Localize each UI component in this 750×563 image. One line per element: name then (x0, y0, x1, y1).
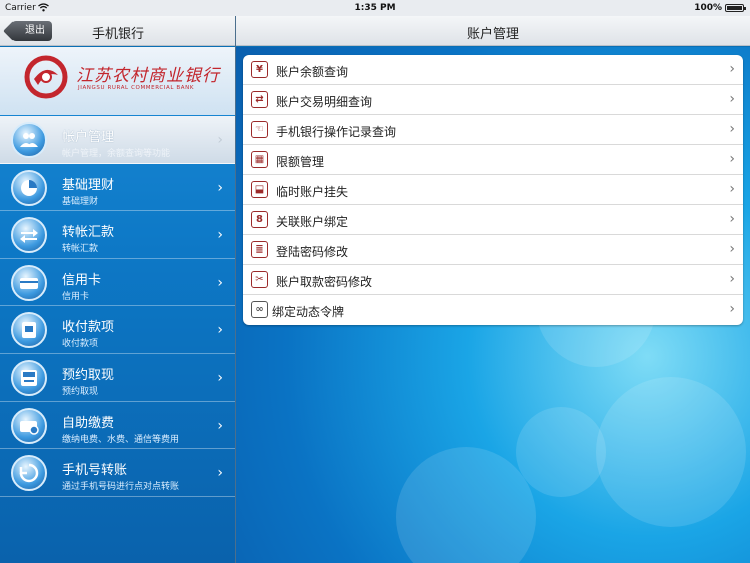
list-item-limit-management[interactable]: ▦ 限额管理 › (243, 145, 743, 175)
sidebar-menu: 帐户管理 帐户管理，余额查询等功能 › 基础理财 基础理财 › 转帐汇款 转帐汇… (0, 116, 235, 497)
background-bubble (516, 407, 606, 497)
transfer-arrows-icon (11, 217, 47, 254)
pie-chart-icon (11, 169, 47, 206)
chevron-right-icon: › (729, 241, 735, 257)
list-item-label: 账户取款密码修改 (276, 275, 373, 289)
list-item-temporary-loss-report[interactable]: ⬓ 临时账户挂失 › (243, 175, 743, 205)
sidebar-item-label: 预约取现 (62, 367, 115, 383)
list-item-balance-inquiry[interactable]: ¥ 账户余额查询 › (243, 55, 743, 85)
page-title: 账户管理 (466, 27, 519, 42)
chevron-right-icon: › (729, 181, 735, 197)
sidebar-item-label: 信用卡 (62, 272, 102, 288)
sidebar-item-sublabel: 帐户管理，余额查询等功能 (62, 149, 171, 159)
token-icon: ∞ (251, 301, 268, 318)
sidebar-item-label: 自助缴费 (62, 415, 115, 431)
chevron-right-icon: › (217, 322, 223, 339)
chevron-right-icon: › (729, 211, 735, 227)
chevron-right-icon: › (217, 179, 223, 196)
list-item-label: 账户余额查询 (276, 65, 349, 79)
chevron-right-icon: › (729, 61, 735, 77)
sidebar-item-payments[interactable]: 收付款项 收付款项 › (0, 306, 235, 354)
password-icon: ≣ (251, 241, 268, 258)
chevron-right-icon: › (217, 369, 223, 386)
list-item-label: 限额管理 (276, 155, 325, 169)
account-options-list: ¥ 账户余额查询 › ⇄ 账户交易明细查询 › ☜ 手机银行操作记录查询 › ▦… (243, 55, 743, 325)
sidebar-item-cash-reservation[interactable]: 预约取现 预约取现 › (0, 354, 235, 402)
list-item-bind-token[interactable]: ∞ 绑定动态令牌 › (243, 295, 743, 325)
chevron-right-icon: › (217, 417, 223, 434)
battery-percent: 100% (694, 3, 722, 13)
sidebar-item-sublabel: 信用卡 (62, 291, 90, 302)
sidebar-item-label: 收付款项 (62, 320, 115, 336)
atm-icon (11, 359, 47, 396)
sidebar-item-sublabel: 转帐汇款 (62, 244, 99, 255)
users-icon (11, 122, 47, 158)
sidebar-item-credit-card[interactable]: 信用卡 信用卡 › (0, 259, 235, 307)
left-nav-title: 手机银行 (92, 27, 145, 42)
sidebar-item-sublabel: 通过手机号码进行点对点转账 (62, 482, 180, 493)
chevron-right-icon: › (217, 132, 223, 148)
list-item-linked-account-binding[interactable]: 8 关联账户绑定 › (243, 205, 743, 235)
sidebar-item-label: 基础理财 (62, 177, 115, 193)
yuan-icon: ¥ (251, 61, 268, 78)
list-item-label: 手机银行操作记录查询 (276, 125, 397, 139)
phone-transfer-icon (11, 455, 47, 492)
chevron-right-icon: › (729, 151, 735, 167)
sidebar-item-sublabel: 基础理财 (62, 196, 99, 207)
sidebar-item-account-management[interactable]: 帐户管理 帐户管理，余额查询等功能 › (0, 116, 235, 164)
chevron-right-icon: › (217, 227, 223, 244)
bank-name-cn: 江苏农村商业银行 (76, 66, 220, 86)
scissors-icon: ✂ (251, 271, 268, 288)
calculator-icon: ▦ (251, 151, 268, 168)
sidebar-item-label: 手机号转账 (62, 463, 128, 479)
chevron-right-icon: › (729, 121, 735, 137)
sidebar: 江苏农村商业银行 JIANGSU RURAL COMMERCIAL BANK 帐… (0, 47, 235, 563)
chevron-right-icon: › (729, 271, 735, 287)
background-bubble (396, 447, 536, 563)
chevron-right-icon: › (217, 465, 223, 482)
chevron-right-icon: › (729, 91, 735, 107)
link-icon: 8 (251, 211, 268, 228)
list-item-label: 登陆密码修改 (276, 245, 349, 259)
list-item-label: 账户交易明细查询 (276, 95, 373, 109)
exchange-icon: ⇄ (251, 91, 268, 108)
touch-record-icon: ☜ (251, 121, 268, 138)
credit-card-icon (11, 264, 47, 301)
sidebar-item-self-service-payment[interactable]: 自助缴费 缴纳电费、水费、通信等费用 › (0, 402, 235, 450)
sidebar-item-basic-finance[interactable]: 基础理财 基础理财 › (0, 164, 235, 212)
chevron-right-icon: › (729, 301, 735, 317)
sidebar-item-sublabel: 预约取现 (62, 386, 99, 397)
sidebar-item-phone-transfer[interactable]: 手机号转账 通过手机号码进行点对点转账 › (0, 449, 235, 497)
chevron-right-icon: › (217, 274, 223, 291)
list-item-withdrawal-password-change[interactable]: ✂ 账户取款密码修改 › (243, 265, 743, 295)
bank-logo-icon (24, 55, 68, 99)
status-bar: Carrier 1:35 PM 100% (0, 0, 750, 16)
sidebar-item-transfer[interactable]: 转帐汇款 转帐汇款 › (0, 211, 235, 259)
list-item-operation-records[interactable]: ☜ 手机银行操作记录查询 › (243, 115, 743, 145)
list-item-login-password-change[interactable]: ≣ 登陆密码修改 › (243, 235, 743, 265)
payment-icon (11, 312, 47, 349)
left-navigation-bar: 退出 手机银行 (0, 16, 235, 46)
list-item-label: 关联账户绑定 (276, 215, 349, 229)
exit-button[interactable]: 退出 (12, 21, 52, 41)
right-navigation-bar: 账户管理 (236, 16, 750, 46)
sidebar-item-sublabel: 缴纳电费、水费、通信等费用 (62, 434, 180, 445)
sidebar-item-label: 转帐汇款 (62, 225, 115, 241)
wallet-icon (11, 407, 47, 444)
bank-name-en: JIANGSU RURAL COMMERCIAL BANK (78, 85, 195, 91)
clock: 1:35 PM (354, 3, 396, 13)
list-item-label: 绑定动态令牌 (272, 305, 345, 319)
list-item-label: 临时账户挂失 (276, 185, 349, 199)
lock-icon: ⬓ (251, 181, 268, 198)
main-content: ¥ 账户余额查询 › ⇄ 账户交易明细查询 › ☜ 手机银行操作记录查询 › ▦… (236, 47, 750, 563)
list-item-transaction-details[interactable]: ⇄ 账户交易明细查询 › (243, 85, 743, 115)
background-bubble (596, 377, 746, 527)
sidebar-item-sublabel: 收付款项 (62, 339, 99, 350)
sidebar-item-label: 帐户管理 (62, 130, 115, 145)
bank-logo-banner: 江苏农村商业银行 JIANGSU RURAL COMMERCIAL BANK (0, 47, 235, 115)
battery-icon (725, 4, 746, 12)
